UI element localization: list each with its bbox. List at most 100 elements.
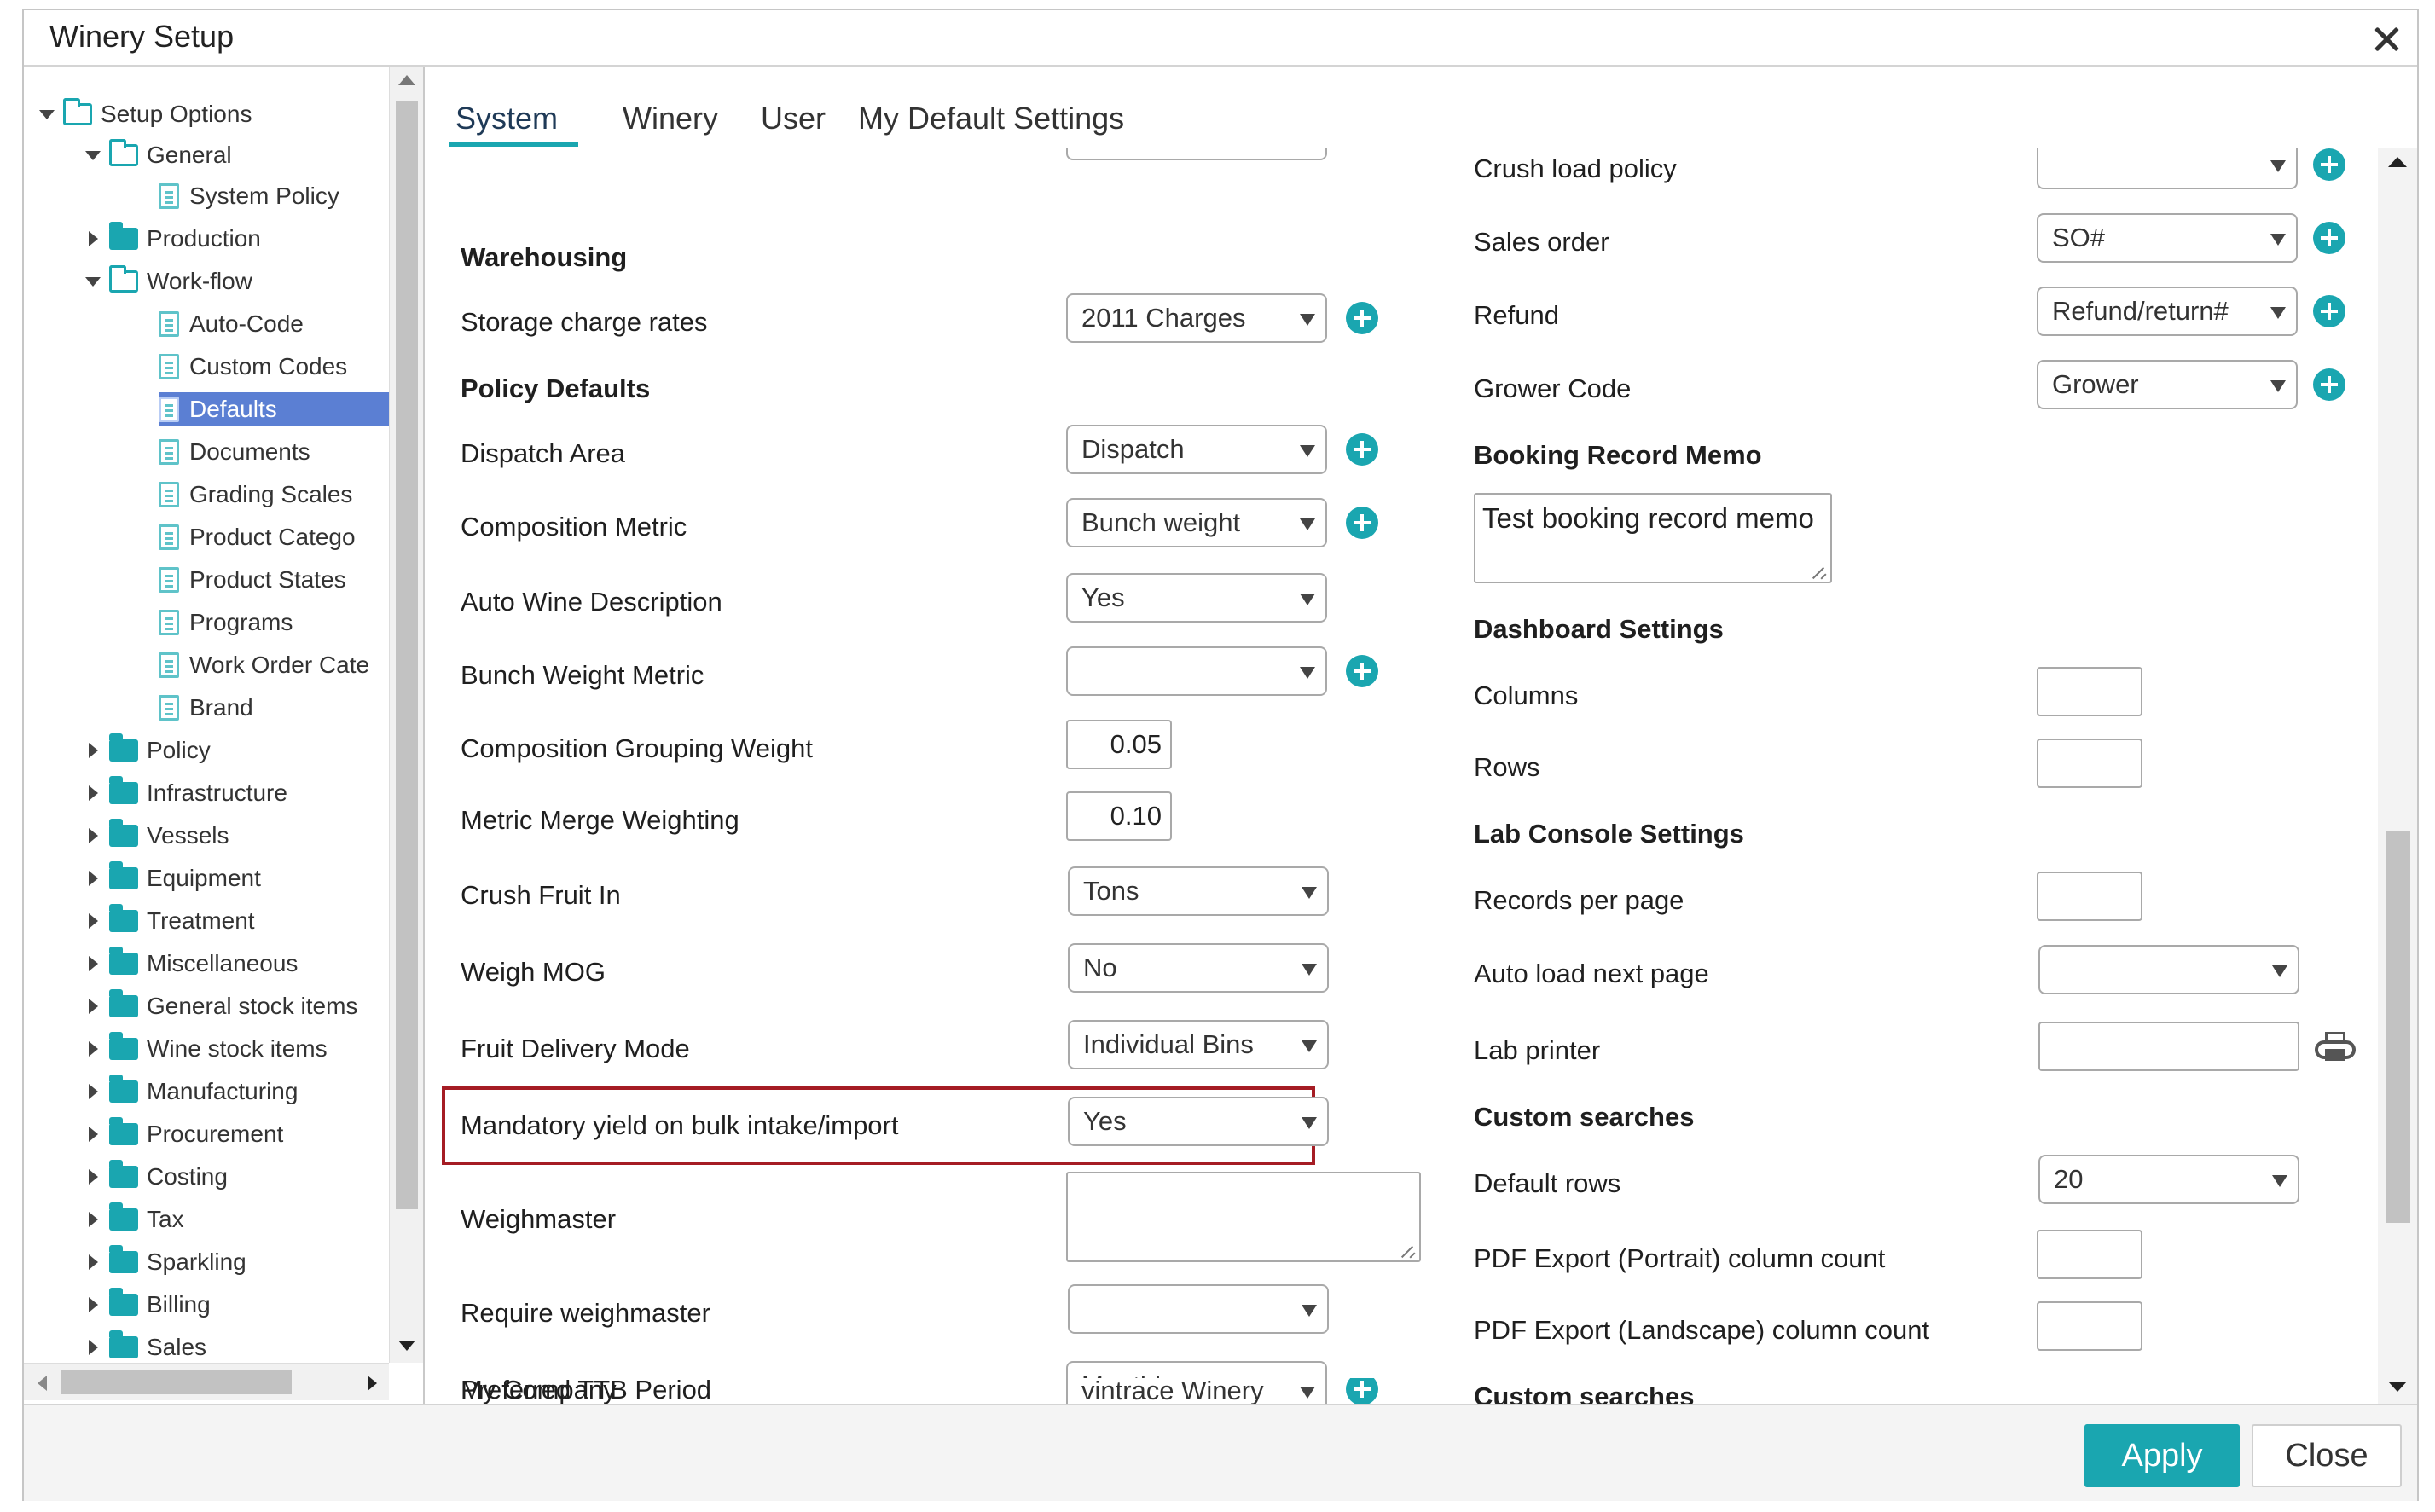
booking-record-memo-textarea[interactable]: Test booking record memo	[1474, 493, 1832, 583]
tree-node-manufacturing[interactable]: Manufacturing	[84, 1075, 298, 1109]
require-weighmaster-select[interactable]	[1068, 1284, 1329, 1334]
my-company-select[interactable]: vintrace Winery	[1066, 1378, 1327, 1404]
scroll-up-icon[interactable]	[2388, 157, 2407, 167]
add-crush-load-policy-button[interactable]	[2313, 148, 2345, 181]
tree-node-grading-scales[interactable]: Grading Scales	[159, 478, 352, 512]
auto-load-next-page-select[interactable]	[2038, 945, 2299, 994]
crush-load-policy-select[interactable]	[2037, 148, 2298, 189]
scroll-left-icon[interactable]	[38, 1376, 47, 1391]
add-grower-code-button[interactable]	[2313, 368, 2345, 401]
tree-node-equipment[interactable]: Equipment	[84, 861, 261, 895]
content-vertical-scrollbar[interactable]	[2378, 148, 2417, 1404]
tree-node-general[interactable]: General	[84, 138, 232, 172]
tree-node-sales[interactable]: Sales	[84, 1330, 206, 1363]
collapse-icon[interactable]	[84, 1082, 102, 1101]
dispatch-area-select[interactable]: Dispatch	[1066, 425, 1327, 474]
tree-node-production[interactable]: Production	[84, 222, 261, 256]
expand-icon[interactable]	[38, 105, 56, 124]
tree-node-billing[interactable]: Billing	[84, 1288, 211, 1322]
tree-node-tax[interactable]: Tax	[84, 1202, 184, 1237]
metric-merge-weighting-input[interactable]: 0.10	[1066, 791, 1172, 841]
tab-system[interactable]: System	[455, 101, 558, 136]
add-composition-metric-button[interactable]	[1346, 507, 1378, 539]
tree-node-general-stock-items[interactable]: General stock items	[84, 989, 357, 1023]
tree-node-workflow[interactable]: Work-flow	[84, 264, 252, 298]
tree-node-custom-codes[interactable]: Custom Codes	[159, 350, 347, 384]
collapse-icon[interactable]	[84, 997, 102, 1016]
scroll-thumb[interactable]	[396, 101, 418, 1209]
composition-grouping-weight-input[interactable]: 0.05	[1066, 720, 1172, 769]
tree-node-programs[interactable]: Programs	[159, 605, 293, 640]
fruit-delivery-mode-select[interactable]: Individual Bins	[1068, 1020, 1329, 1069]
tree-node-costing[interactable]: Costing	[84, 1160, 228, 1194]
tree-node-documents[interactable]: Documents	[159, 435, 310, 469]
lab-printer-input[interactable]	[2038, 1022, 2299, 1071]
add-storage-charge-rate-button[interactable]	[1346, 302, 1378, 334]
close-icon[interactable]	[2371, 24, 2402, 55]
clipped-select[interactable]	[1066, 148, 1327, 160]
collapse-icon[interactable]	[84, 1210, 102, 1229]
collapse-icon[interactable]	[84, 784, 102, 802]
tree-node-wine-stock-items[interactable]: Wine stock items	[84, 1032, 328, 1066]
add-bunch-weight-metric-button[interactable]	[1346, 655, 1378, 687]
scroll-thumb[interactable]	[2386, 831, 2410, 1223]
printer-icon[interactable]	[2313, 1030, 2357, 1064]
collapse-icon[interactable]	[84, 954, 102, 973]
collapse-icon[interactable]	[84, 229, 102, 248]
tree-node-vessels[interactable]: Vessels	[84, 819, 229, 853]
add-my-company-button[interactable]	[1346, 1378, 1378, 1404]
pdf-portrait-input[interactable]	[2037, 1230, 2142, 1279]
tree-vertical-scrollbar[interactable]	[389, 67, 423, 1363]
tree-node-brand[interactable]: Brand	[159, 691, 253, 725]
tree-node-miscellaneous[interactable]: Miscellaneous	[84, 947, 298, 981]
tree-node-work-order-categories[interactable]: Work Order Cate	[159, 648, 369, 682]
rows-input[interactable]	[2037, 739, 2142, 788]
collapse-icon[interactable]	[84, 1253, 102, 1272]
collapse-icon[interactable]	[84, 1125, 102, 1144]
mandatory-yield-select[interactable]: Yes	[1068, 1097, 1329, 1146]
collapse-icon[interactable]	[84, 1040, 102, 1058]
collapse-icon[interactable]	[84, 826, 102, 845]
add-dispatch-area-button[interactable]	[1346, 433, 1378, 466]
crush-fruit-in-select[interactable]: Tons	[1068, 866, 1329, 916]
tree-node-procurement[interactable]: Procurement	[84, 1117, 283, 1151]
tree-node-treatment[interactable]: Treatment	[84, 904, 255, 938]
storage-charge-rates-select[interactable]: 2011 Charges	[1066, 293, 1327, 343]
tree-horizontal-scrollbar[interactable]	[24, 1363, 389, 1400]
add-refund-button[interactable]	[2313, 295, 2345, 327]
expand-icon[interactable]	[84, 146, 102, 165]
collapse-icon[interactable]	[84, 869, 102, 888]
tab-winery[interactable]: Winery	[623, 101, 718, 136]
scroll-up-icon[interactable]	[398, 75, 415, 85]
tree-node-defaults[interactable]: Defaults	[159, 392, 389, 426]
tree-node-policy[interactable]: Policy	[84, 733, 211, 768]
collapse-icon[interactable]	[84, 1338, 102, 1357]
add-sales-order-button[interactable]	[2313, 222, 2345, 254]
tree-node-sparkling[interactable]: Sparkling	[84, 1245, 246, 1279]
tree-node-product-categories[interactable]: Product Catego	[159, 520, 356, 554]
collapse-icon[interactable]	[84, 912, 102, 930]
tab-my-default-settings[interactable]: My Default Settings	[858, 101, 1124, 136]
tree-node-auto-code[interactable]: Auto-Code	[159, 307, 304, 341]
scroll-down-icon[interactable]	[2388, 1382, 2407, 1392]
weigh-mog-select[interactable]: No	[1068, 943, 1329, 993]
scroll-thumb[interactable]	[61, 1370, 292, 1394]
grower-code-select[interactable]: Grower	[2037, 360, 2298, 409]
pdf-landscape-input[interactable]	[2037, 1301, 2142, 1351]
records-per-page-input[interactable]	[2037, 872, 2142, 921]
scroll-down-icon[interactable]	[398, 1341, 415, 1351]
default-rows-select[interactable]: 20	[2038, 1155, 2299, 1204]
scroll-right-icon[interactable]	[368, 1376, 377, 1391]
collapse-icon[interactable]	[84, 1295, 102, 1314]
weighmaster-textarea[interactable]	[1066, 1172, 1421, 1262]
collapse-icon[interactable]	[84, 1167, 102, 1186]
close-button[interactable]: Close	[2252, 1424, 2402, 1487]
refund-select[interactable]: Refund/return#	[2037, 287, 2298, 336]
tree-node-infrastructure[interactable]: Infrastructure	[84, 776, 287, 810]
columns-input[interactable]	[2037, 667, 2142, 716]
tree-node-system-policy[interactable]: System Policy	[159, 179, 339, 213]
tab-user[interactable]: User	[761, 101, 826, 136]
expand-icon[interactable]	[84, 272, 102, 291]
tree-node-setup-options[interactable]: Setup Options	[38, 97, 252, 131]
auto-wine-description-select[interactable]: Yes	[1066, 573, 1327, 623]
